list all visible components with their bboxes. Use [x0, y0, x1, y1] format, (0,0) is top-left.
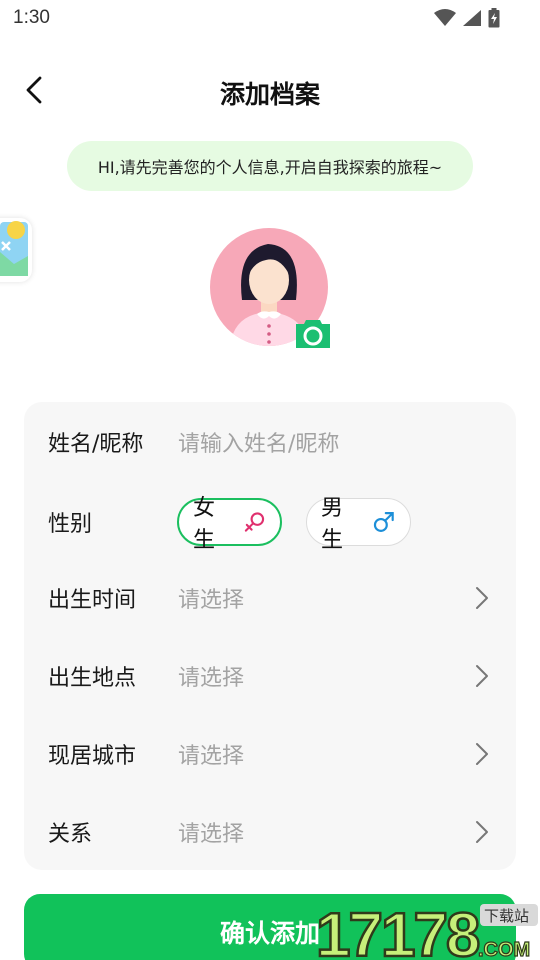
name-row: 姓名/昵称 请输入姓名/昵称 — [24, 412, 516, 472]
relation-row[interactable]: 关系 请选择 — [24, 802, 516, 862]
chevron-right-icon — [476, 665, 488, 687]
chevron-right-icon — [476, 821, 488, 843]
birth-time-select[interactable]: 请选择 — [178, 582, 244, 614]
page-title: 添加档案 — [219, 80, 320, 109]
welcome-hint: HI,请先完善您的个人信息,开启自我探索的旅程~ — [67, 141, 473, 191]
image-icon — [0, 221, 28, 276]
name-label: 姓名/昵称 — [48, 432, 144, 457]
signal-icon — [463, 10, 481, 26]
watermark-suffix: .COM — [478, 939, 530, 960]
birth-place-row[interactable]: 出生地点 请选择 — [24, 646, 516, 706]
chevron-right-icon — [476, 743, 488, 765]
chevron-right-icon — [476, 587, 488, 609]
current-city-label: 现居城市 — [48, 744, 137, 769]
camera-icon — [296, 320, 330, 348]
gender-male-button[interactable]: 男生 — [306, 496, 411, 553]
current-city-row[interactable]: 现居城市 请选择 — [24, 724, 516, 784]
profile-form: 姓名/昵称 请输入姓名/昵称 性别 女生 男生 出生时间 请选择 出生地点 请选… — [24, 402, 516, 870]
gender-female-button[interactable]: 女生 — [177, 496, 282, 553]
male-symbol-icon — [374, 512, 395, 532]
relation-select[interactable]: 请选择 — [178, 816, 244, 848]
name-input[interactable]: 请输入姓名/昵称 — [178, 426, 339, 458]
camera-button[interactable] — [296, 318, 330, 348]
watermark-tag: 下载站 — [484, 907, 529, 925]
birth-place-label: 出生地点 — [48, 666, 137, 691]
current-city-select[interactable]: 请选择 — [178, 738, 244, 770]
avatar-picker[interactable] — [210, 228, 330, 348]
birth-time-row[interactable]: 出生时间 请选择 — [24, 568, 516, 628]
status-icons — [434, 8, 500, 28]
site-watermark-logo: 17178 .COM 下载站 — [315, 900, 538, 960]
status-bar: 1:30 — [0, 0, 540, 36]
gender-male-label: 男生 — [321, 496, 344, 553]
top-nav-bar: 添加档案 — [0, 60, 540, 120]
female-symbol-icon — [244, 512, 265, 532]
birth-place-select[interactable]: 请选择 — [178, 660, 244, 692]
watermark-number: 17178 — [316, 901, 479, 960]
gender-label: 性别 — [48, 512, 93, 537]
status-time: 1:30 — [13, 7, 50, 28]
birth-time-label: 出生时间 — [48, 588, 137, 613]
battery-charging-icon — [488, 8, 500, 28]
confirm-add-label: 确认添加 — [219, 919, 320, 948]
gender-row: 性别 女生 男生 — [24, 490, 516, 554]
wifi-icon — [434, 9, 456, 26]
gender-female-label: 女生 — [193, 496, 216, 553]
relation-label: 关系 — [48, 822, 93, 847]
floating-image-tab[interactable] — [0, 218, 32, 282]
